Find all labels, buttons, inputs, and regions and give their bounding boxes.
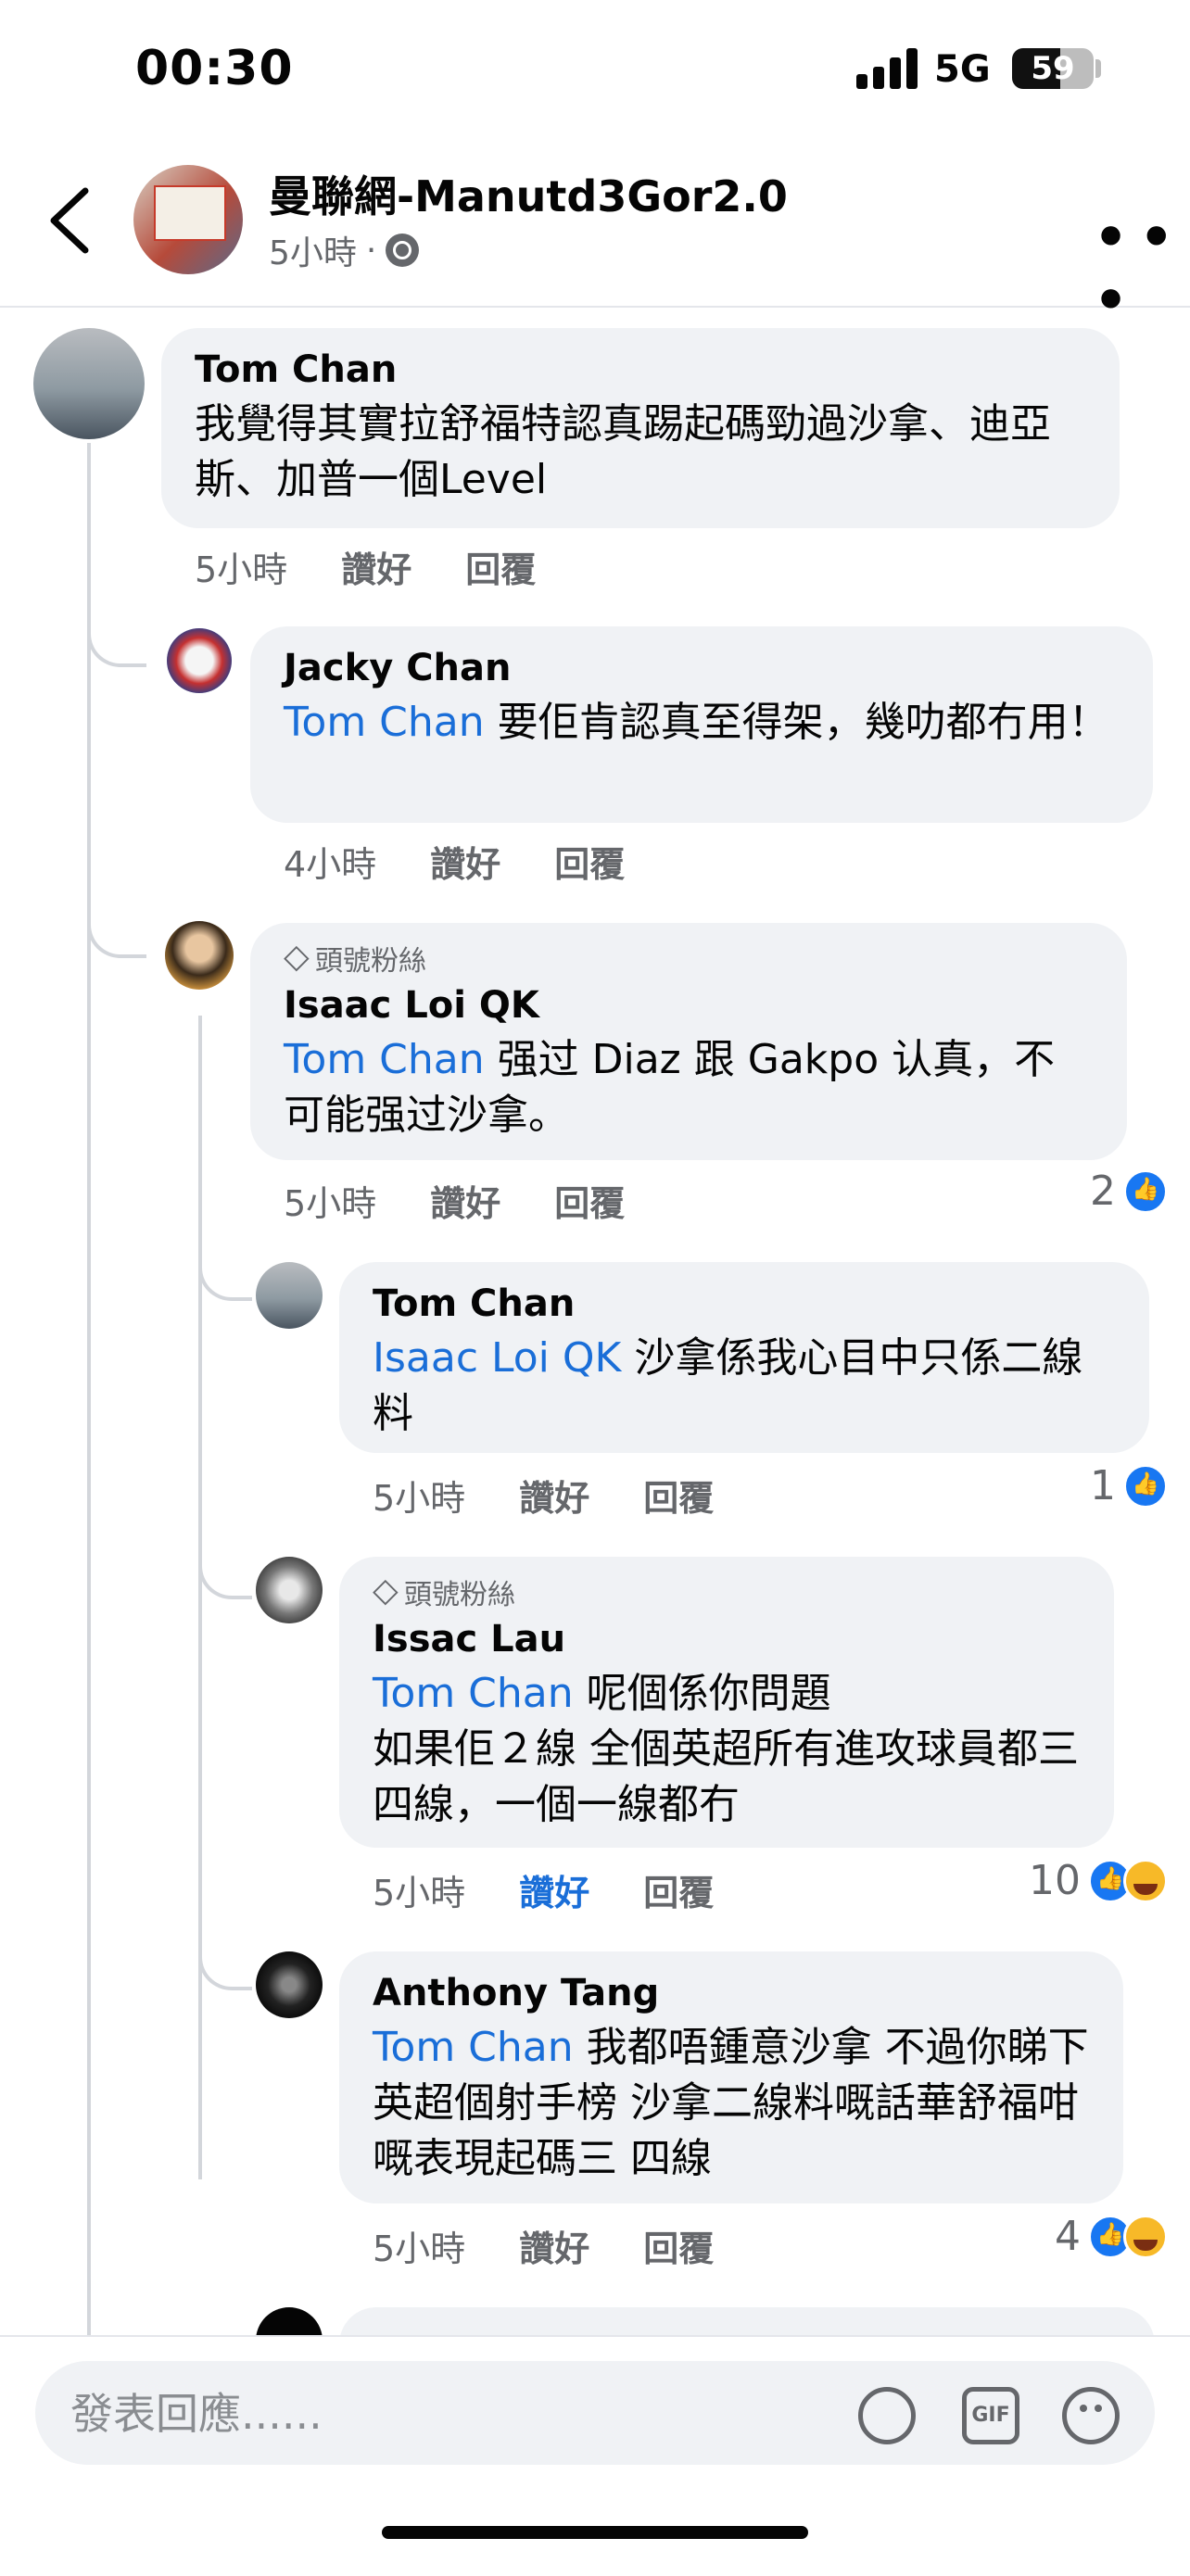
reply-button[interactable]: 回覆 bbox=[643, 2220, 714, 2271]
home-indicator bbox=[382, 2526, 808, 2539]
like-reaction-icon bbox=[1123, 1463, 1168, 1509]
avatar[interactable] bbox=[165, 921, 234, 990]
page-avatar[interactable] bbox=[133, 165, 243, 274]
comment-time: 5小時 bbox=[373, 1478, 466, 1519]
back-arrow-icon[interactable] bbox=[44, 185, 96, 256]
reaction-summary[interactable]: 1 bbox=[1090, 1462, 1168, 1509]
comment-author[interactable]: Anthony Tang bbox=[373, 1972, 1090, 2014]
comment-author[interactable]: Tom Chan bbox=[195, 348, 1086, 391]
like-button[interactable]: 讚好 bbox=[430, 1175, 500, 1226]
comment-mention[interactable]: Tom Chan bbox=[373, 2024, 574, 2071]
status-bar: 00:30 5G 59 bbox=[0, 0, 1190, 139]
comment-bubble: 頭號粉絲 Issac Lau Tom Chan 呢個係你問題 如果佢２線 全個英… bbox=[339, 1557, 1114, 1848]
diamond-icon bbox=[373, 1572, 399, 1610]
globe-icon bbox=[386, 234, 420, 267]
comment-mention[interactable]: Tom Chan bbox=[284, 699, 485, 746]
reaction-summary[interactable]: 10 bbox=[1029, 1857, 1168, 1904]
comment-actions: 4小時 讚好 回覆 bbox=[284, 836, 625, 887]
battery-tip bbox=[1095, 59, 1101, 78]
post-meta: 5小時 · bbox=[269, 226, 420, 274]
reaction-count: 2 bbox=[1090, 1168, 1116, 1215]
like-button[interactable]: 讚好 bbox=[430, 836, 500, 887]
avatar[interactable] bbox=[167, 628, 232, 693]
gif-icon[interactable]: GIF bbox=[962, 2387, 1019, 2444]
top-fan-badge: 頭號粉絲 bbox=[284, 938, 1094, 979]
comment-bubble: 頭號粉絲 Isaac Loi QK Tom Chan 强过 Diaz 跟 Gak… bbox=[250, 923, 1127, 1160]
comment-time: 4小時 bbox=[284, 844, 377, 885]
comment-actions: 5小時 讚好 回覆 bbox=[373, 1864, 714, 1915]
thread-elbow bbox=[198, 1922, 252, 1990]
reaction-count: 4 bbox=[1055, 2213, 1081, 2260]
comment-text: 我覺得其實拉舒福特認真踢起碼勁過沙拿、迪亞斯、加普一個Level bbox=[195, 400, 1051, 503]
comment-author[interactable]: Issac Lau bbox=[373, 1618, 1081, 1661]
reaction-count: 1 bbox=[1090, 1462, 1116, 1509]
network-type: 5G bbox=[934, 48, 991, 91]
reply-button[interactable]: 回覆 bbox=[643, 1470, 714, 1521]
post-header: 曼聯網-Manutd3Gor2.0 5小時 · • • • bbox=[0, 148, 1190, 332]
avatar[interactable] bbox=[256, 1557, 323, 1623]
like-button[interactable]: 讚好 bbox=[519, 1470, 589, 1521]
reply-button[interactable]: 回覆 bbox=[465, 541, 536, 592]
thread-elbow bbox=[198, 1232, 252, 1301]
comment-composer-bar: GIF bbox=[0, 2335, 1190, 2576]
diamond-icon bbox=[284, 938, 310, 976]
top-fan-label: 頭號粉絲 bbox=[404, 1579, 515, 1611]
reply-button[interactable]: 回覆 bbox=[554, 836, 625, 887]
reply-button[interactable]: 回覆 bbox=[554, 1175, 625, 1226]
comment-bubble: Tom Chan 我覺得其實拉舒福特認真踢起碼勁過沙拿、迪亞斯、加普一個Leve… bbox=[161, 328, 1120, 528]
comment-actions: 5小時 讚好 回覆 bbox=[373, 1470, 714, 1521]
thread-line-main bbox=[87, 443, 91, 2335]
page-name[interactable]: 曼聯網-Manutd3Gor2.0 bbox=[269, 163, 788, 224]
reaction-summary[interactable]: 2 bbox=[1090, 1168, 1168, 1215]
comment-mention[interactable]: Tom Chan bbox=[284, 1036, 485, 1083]
thread-line-nested bbox=[198, 1016, 202, 2179]
comment-input[interactable] bbox=[69, 2380, 832, 2448]
like-reaction-icon bbox=[1123, 1168, 1168, 1214]
comment-bubble: Jacky Chan Tom Chan 要佢肯認真至得架，幾叻都冇用！ bbox=[250, 626, 1153, 823]
comment-time: 5小時 bbox=[373, 2229, 466, 2269]
thread-elbow bbox=[87, 890, 146, 958]
thread-elbow bbox=[87, 593, 146, 667]
comment-actions: 5小時 讚好 回覆 bbox=[373, 2220, 714, 2271]
haha-reaction-icon bbox=[1123, 2214, 1168, 2259]
top-fan-badge: 頭號粉絲 bbox=[373, 1572, 1081, 1612]
comment-author[interactable]: Isaac Loi QK bbox=[284, 984, 1094, 1027]
comment-actions: 5小時 讚好 回覆 bbox=[195, 541, 536, 592]
thread-elbow bbox=[198, 1531, 252, 1599]
emoji-icon[interactable] bbox=[1062, 2387, 1120, 2444]
comment-text: 要佢肯認真至得架，幾叻都冇用！ bbox=[484, 699, 1109, 746]
signal-icon bbox=[856, 48, 921, 89]
comment-bubble: Tom Chan Isaac Loi QK 沙拿係我心目中只係二線料 bbox=[339, 1262, 1149, 1453]
top-fan-label: 頭號粉絲 bbox=[315, 945, 426, 978]
avatar[interactable] bbox=[256, 1262, 323, 1329]
battery-percent: 59 bbox=[1031, 50, 1075, 87]
comment-bubble: Anthony Tang Tom Chan 我都唔鍾意沙拿 不過你睇下英超個射手… bbox=[339, 1951, 1123, 2203]
reply-button[interactable]: 回覆 bbox=[643, 1864, 714, 1915]
comment-actions: 5小時 讚好 回覆 bbox=[284, 1175, 625, 1226]
comment-author[interactable]: Tom Chan bbox=[373, 1282, 1116, 1325]
comment-time: 5小時 bbox=[195, 549, 288, 590]
reaction-summary[interactable]: 4 bbox=[1055, 2213, 1168, 2260]
comment-time: 5小時 bbox=[284, 1183, 377, 1224]
battery-icon: 59 bbox=[1012, 48, 1094, 89]
comment-time: 5小時 bbox=[373, 1873, 466, 1913]
comment-mention[interactable]: Isaac Loi QK bbox=[373, 1334, 621, 1382]
avatar[interactable] bbox=[33, 328, 145, 439]
more-options-icon[interactable]: • • • bbox=[1094, 206, 1190, 332]
like-button[interactable]: 讚好 bbox=[519, 2220, 589, 2271]
avatar[interactable] bbox=[256, 1951, 323, 2018]
like-button[interactable]: 讚好 bbox=[341, 541, 411, 592]
comment-author[interactable]: Jacky Chan bbox=[284, 647, 1120, 689]
status-time: 00:30 bbox=[135, 41, 294, 96]
like-button[interactable]: 讚好 bbox=[519, 1864, 589, 1915]
reaction-count: 10 bbox=[1029, 1857, 1081, 1904]
comment-composer: GIF bbox=[35, 2361, 1155, 2465]
avatar-sticker-icon[interactable] bbox=[858, 2387, 916, 2444]
haha-reaction-icon bbox=[1123, 1858, 1168, 1903]
post-time: 5小時 bbox=[269, 234, 357, 272]
comment-mention[interactable]: Tom Chan bbox=[373, 1670, 574, 1717]
meta-separator: · bbox=[365, 231, 377, 270]
